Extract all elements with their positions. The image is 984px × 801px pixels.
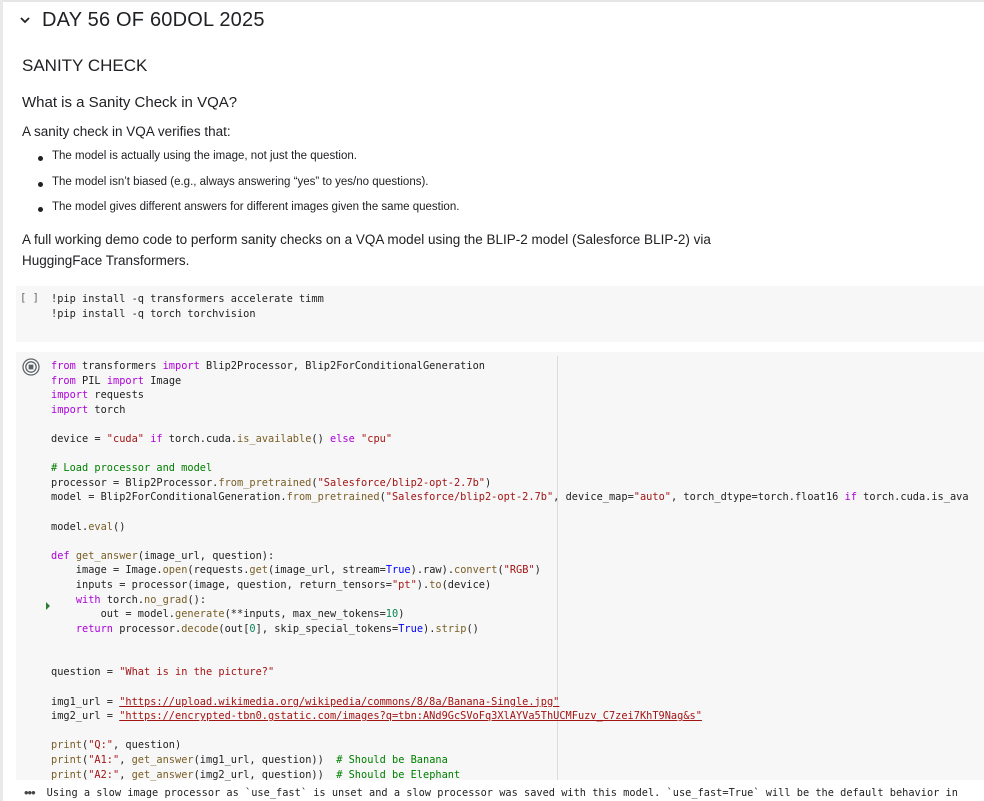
list-item: The model gives different answers for di…: [36, 201, 459, 227]
chevron-down-icon[interactable]: [18, 13, 32, 27]
current-line-marker: [46, 602, 50, 610]
output-text: Using a slow image processor as `use_fas…: [46, 786, 958, 799]
section-header[interactable]: DAY 56 OF 60DOL 2025: [18, 6, 265, 34]
markdown-heading: SANITY CHECK: [22, 56, 148, 75]
list-item: The model is actually using the image, n…: [36, 150, 459, 176]
list-item: The model isn’t biased (e.g., always ans…: [36, 176, 459, 202]
markdown-paragraph: A sanity check in VQA verifies that:: [22, 124, 231, 139]
code-editor[interactable]: !pip install -q transformers accelerate …: [51, 292, 324, 321]
cell-output: ••• Using a slow image processor as `use…: [24, 784, 984, 801]
notebook-left-border: [0, 0, 3, 801]
code-cell-pip[interactable]: [ ] !pip install -q transformers acceler…: [16, 286, 984, 342]
demo-text-line: HuggingFace Transformers.: [22, 253, 190, 268]
code-editor[interactable]: from transformers import Blip2Processor,…: [51, 359, 969, 782]
section-title: DAY 56 OF 60DOL 2025: [42, 8, 265, 31]
markdown-paragraph: A full working demo code to perform sani…: [22, 229, 742, 271]
demo-text-line: A full working demo code to perform sani…: [22, 232, 711, 247]
bullet-list: The model is actually using the image, n…: [36, 150, 459, 227]
execution-count[interactable]: [ ]: [20, 292, 39, 304]
stop-circle-icon[interactable]: [22, 358, 40, 376]
more-horizontal-icon[interactable]: •••: [24, 785, 36, 800]
notebook-top-border: [0, 0, 984, 2]
code-cell-main[interactable]: from transformers import Blip2Processor,…: [16, 352, 984, 782]
markdown-subheading: What is a Sanity Check in VQA?: [22, 94, 238, 111]
